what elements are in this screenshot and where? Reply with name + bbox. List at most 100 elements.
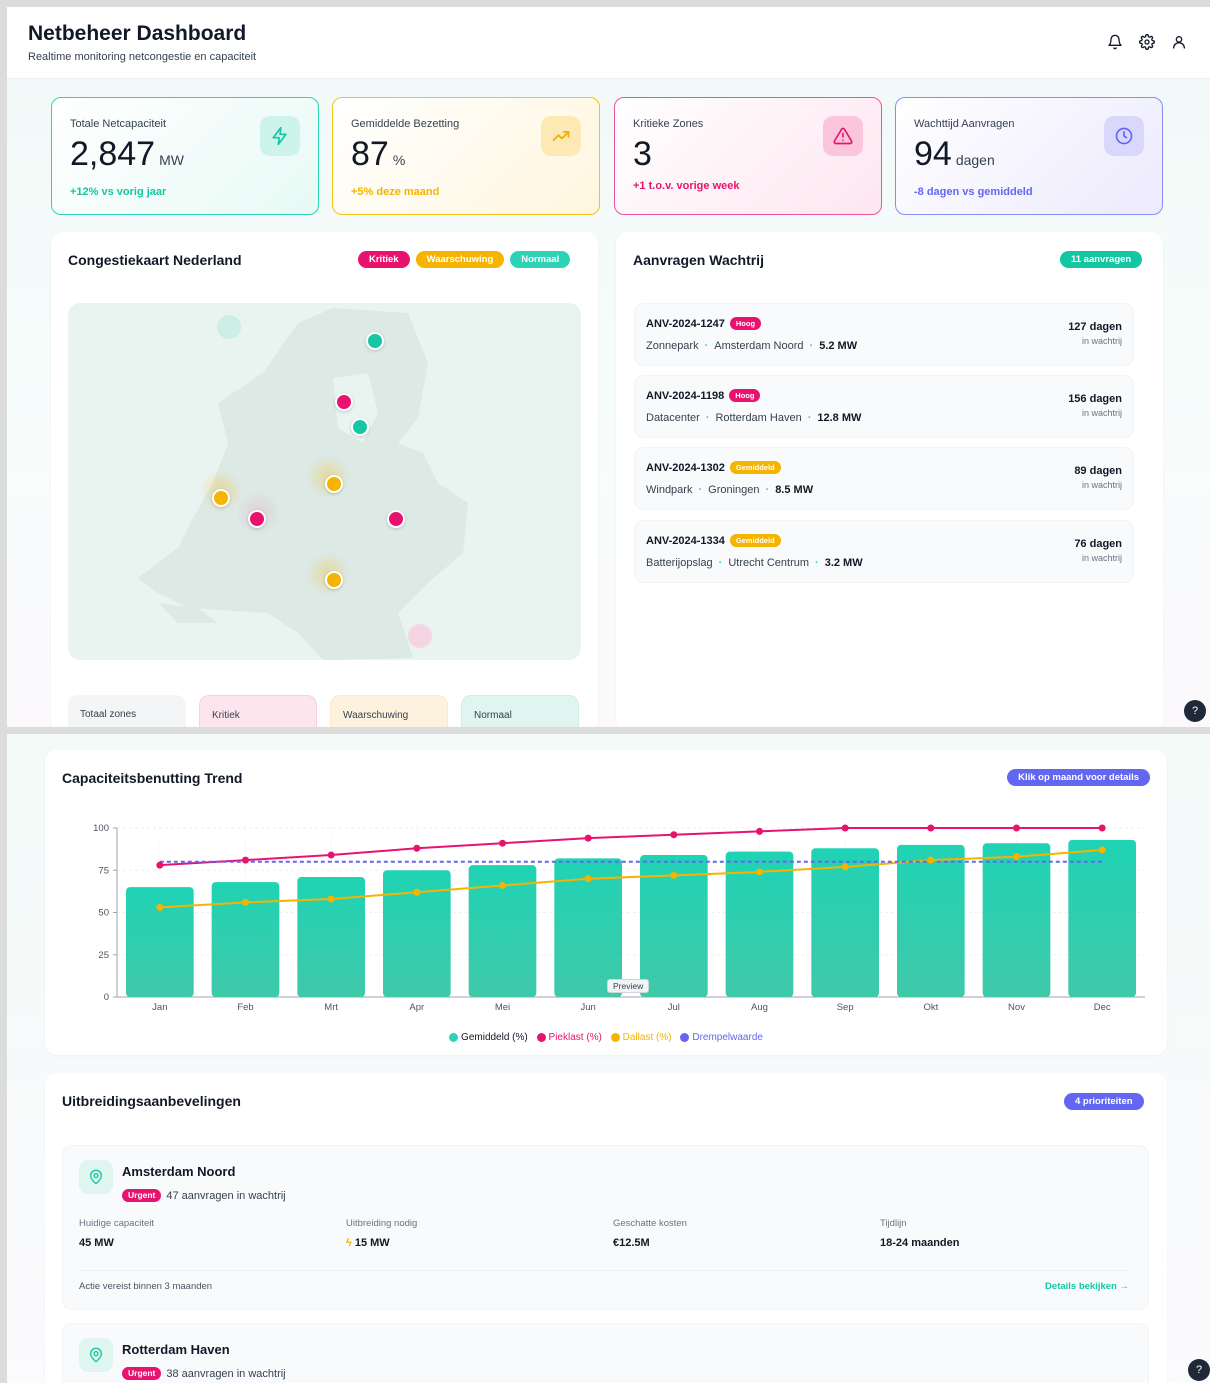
request-type: Windpark (646, 484, 693, 496)
zone-tab-total[interactable]: Totaal zones (68, 695, 186, 727)
stat-label: Huidige capaciteit (79, 1218, 154, 1229)
urgency-badge: Urgent (122, 1367, 162, 1380)
map-marker-normal[interactable] (351, 418, 369, 436)
kpi-card-occupancy[interactable]: Gemiddelde Bezetting 87% +5% deze maand (332, 97, 600, 215)
zone-tab-normal[interactable]: Normaal (461, 695, 579, 727)
action-note: Actie vereist binnen 3 maanden (79, 1281, 213, 1292)
request-location: Utrecht Centrum (728, 557, 810, 569)
legend-item-average[interactable]: Gemiddeld (%) (449, 1032, 528, 1043)
legend-label: Pieklast (%) (548, 1032, 602, 1043)
kpi-delta: +1 t.o.v. vorige week (633, 180, 740, 192)
help-button[interactable]: ? (1188, 1359, 1210, 1381)
map-marker-normal[interactable] (366, 332, 384, 350)
peak-point-feb (242, 856, 249, 864)
zone-tab-critical[interactable]: Kritiek (199, 695, 317, 727)
peak-point-jun (584, 834, 592, 842)
queue-item[interactable]: ANV-2024-1198 Hoog Datacenter · Rotterdam H… (634, 375, 1134, 438)
off-peak-point-jul (670, 871, 678, 879)
priority-badge: Hoog (729, 317, 762, 330)
user-icon[interactable] (1170, 33, 1188, 51)
off-peak-point-feb (242, 898, 249, 906)
bar-average-dec (1068, 839, 1137, 997)
zone-name: Amsterdam Noord (122, 1164, 236, 1179)
peak-point-aug (756, 827, 763, 835)
peak-point-mrt (327, 851, 335, 859)
queue-count-badge: 11 aanvragen (1060, 251, 1143, 268)
x-tick-label: Sep (837, 1002, 854, 1013)
wait-days-label: in wachtrij (1081, 553, 1122, 563)
y-tick-label: 25 (98, 950, 109, 961)
warning-icon (823, 116, 863, 156)
map-zone-faded (217, 315, 241, 339)
priority-badge: Hoog (729, 389, 761, 402)
trending-up-icon (541, 116, 581, 156)
queue-item[interactable]: ANV-2024-1302 Gemiddeld Windpark · Groninge… (634, 447, 1134, 510)
map-marker-critical[interactable] (335, 393, 353, 411)
legend-normal[interactable]: Normaal (510, 251, 571, 268)
request-mw: 3.2 MW (824, 557, 863, 569)
stat-label: Tijdlijn (880, 1218, 907, 1229)
y-tick-label: 100 (93, 823, 109, 834)
request-count: 38 aanvragen in wachtrij (166, 1368, 286, 1380)
recommendation-card[interactable]: Amsterdam Noord Urgent 47 aanvragen in wa… (62, 1145, 1149, 1310)
map-marker-warning[interactable] (212, 489, 230, 507)
priority-badge: Gemiddeld (729, 461, 781, 474)
peak-point-apr (413, 844, 421, 852)
off-peak-point-dec (1098, 846, 1106, 854)
legend-item-threshold[interactable]: Drempelwaarde (680, 1032, 763, 1043)
legend-item-off-peak[interactable]: Dallast (%) (610, 1032, 672, 1043)
kpi-delta: +5% deze maand (351, 186, 440, 198)
details-link[interactable]: Details bekijken → (1045, 1281, 1129, 1292)
kpi-delta: +12% vs vorig jaar (70, 186, 167, 198)
map-marker-critical[interactable] (248, 510, 266, 528)
priority-badge: Gemiddeld (729, 534, 781, 547)
stat-label: Uitbreiding nodig (346, 1218, 418, 1229)
request-type: Datacenter (646, 412, 700, 424)
kpi-card-critical-zones[interactable]: Kritieke Zones 3 +1 t.o.v. vorige week (614, 97, 882, 215)
peak-point-jan (156, 861, 164, 869)
map-marker-warning[interactable] (325, 475, 343, 493)
request-location: Rotterdam Haven (715, 412, 802, 424)
x-tick-label: Aug (751, 1002, 768, 1013)
lightning-icon: ϟ (346, 1237, 352, 1249)
kpi-delta: -8 dagen vs gemiddeld (914, 186, 1033, 198)
kpi-value: 94 (914, 135, 952, 173)
bell-icon[interactable] (1106, 33, 1124, 51)
off-peak-point-nov (1013, 853, 1020, 861)
request-type: Zonnepark (646, 340, 699, 352)
x-tick-label: Okt (923, 1002, 938, 1013)
arrow-right-icon: → (1119, 1281, 1130, 1292)
legend-label: Drempelwaarde (692, 1032, 763, 1043)
map-marker-warning[interactable] (325, 571, 343, 589)
off-peak-point-jun (584, 875, 592, 883)
bar-average-jan (125, 887, 194, 997)
netherlands-map[interactable] (68, 303, 581, 660)
request-location: Amsterdam Noord (714, 340, 804, 352)
legend-critical[interactable]: Kritiek (358, 251, 410, 268)
peak-point-jul (670, 831, 678, 839)
lightning-icon (260, 116, 300, 156)
queue-item[interactable]: ANV-2024-1334 Gemiddeld Batterijopslag · Ut… (634, 520, 1134, 583)
kpi-card-wait-time[interactable]: Wachttijd Aanvragen 94 dagen -8 dagen vs … (895, 97, 1163, 215)
kpi-card-capacity[interactable]: Totale Netcapaciteit 2,847 MW +12% vs vor… (51, 97, 319, 215)
off-peak-point-mei (499, 881, 506, 889)
x-tick-label: Apr (409, 1002, 424, 1013)
request-id: ANV-2024-1334 (646, 535, 725, 547)
gear-icon[interactable] (1138, 33, 1156, 51)
chart-legend: Gemiddeld (%) Pieklast (%) Dallast (%) D… (45, 1032, 1167, 1045)
map-marker-critical[interactable] (387, 510, 405, 528)
help-button[interactable]: ? (1184, 700, 1206, 722)
priorities-badge: 4 prioriteiten (1064, 1093, 1144, 1110)
legend-warning[interactable]: Waarschuwing (415, 251, 505, 268)
trend-chart[interactable]: 0 25 50 75 100 Jan Feb Mrt Apr Mei Jun Jul Aug Sep Okt… (45, 750, 1167, 1020)
page-subtitle: Realtime monitoring netcongestie en capa… (28, 51, 257, 63)
kpi-unit: dagen (955, 152, 995, 168)
recommendation-card[interactable]: Rotterdam Haven Urgent 38 aanvragen in wa… (62, 1323, 1149, 1383)
queue-item[interactable]: ANV-2024-1247 Hoog Zonnepark · Amsterdam No… (634, 303, 1134, 366)
zone-tab-warning[interactable]: Waarschuwing (330, 695, 448, 727)
details-link-label: Details bekijken (1045, 1281, 1117, 1292)
legend-item-peak[interactable]: Pieklast (%) (536, 1032, 602, 1043)
estimated-cost: €12.5M (613, 1237, 650, 1249)
queue-title: Aanvragen Wachtrij (633, 252, 764, 268)
x-tick-label: Jan (152, 1002, 167, 1013)
